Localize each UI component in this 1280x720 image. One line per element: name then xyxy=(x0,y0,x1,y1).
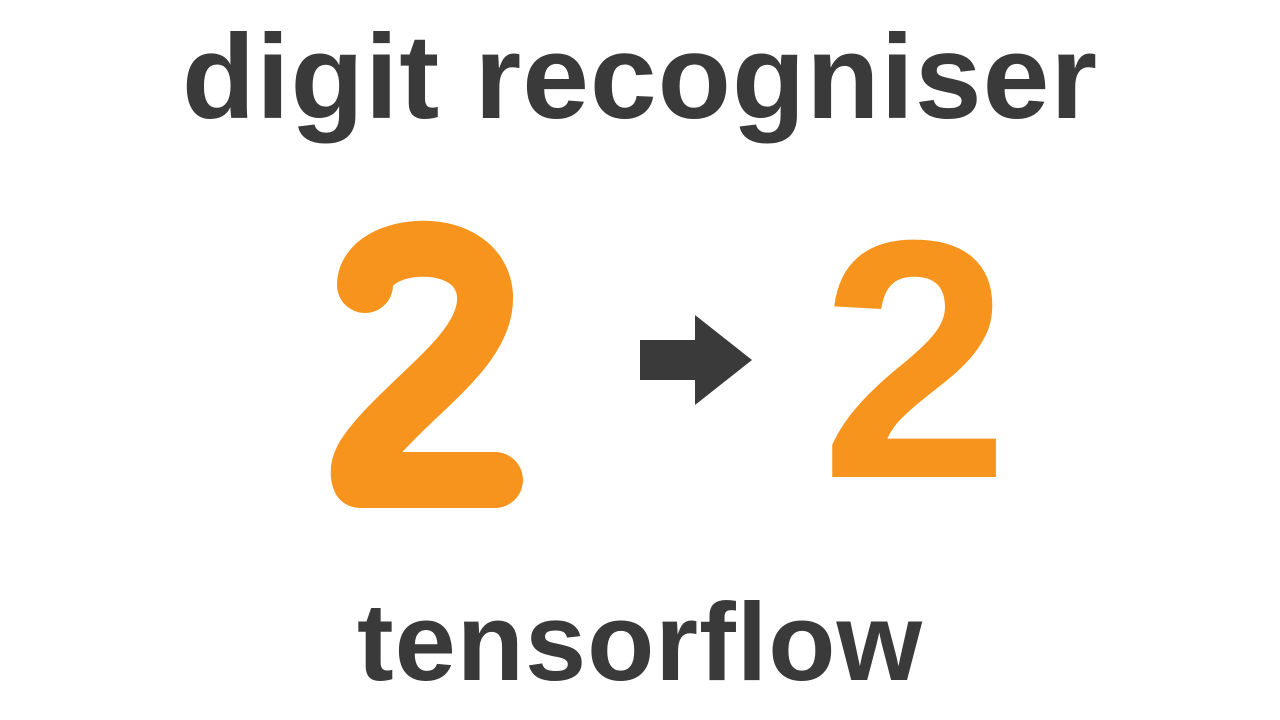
recognized-digit: 2 xyxy=(820,190,1009,530)
page-title: digit recogniser xyxy=(0,8,1280,146)
handwritten-digit xyxy=(270,190,570,530)
handwritten-digit-svg xyxy=(270,190,570,530)
arrow-right-icon xyxy=(630,295,760,425)
page-subtitle: tensorflow xyxy=(0,579,1280,706)
slide: digit recogniser 2 tensorflow xyxy=(0,0,1280,720)
diagram-row: 2 xyxy=(0,180,1280,540)
